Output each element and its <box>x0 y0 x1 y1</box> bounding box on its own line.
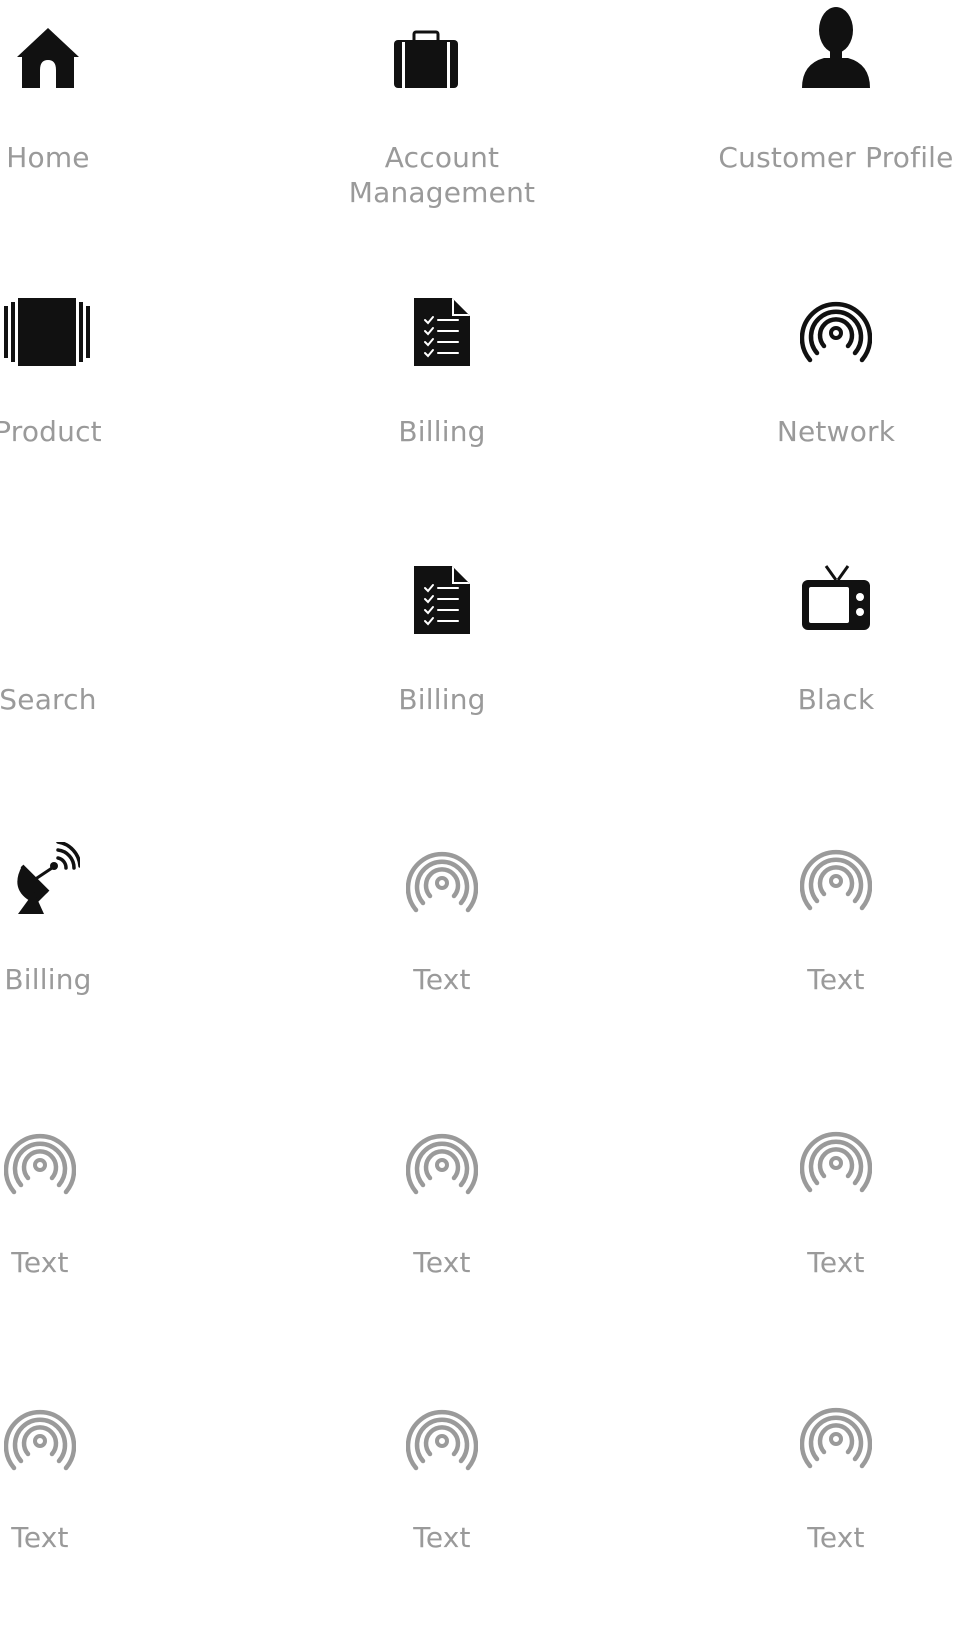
tile-label: Text <box>11 1521 69 1554</box>
document-checklist-icon <box>414 298 470 366</box>
tile-text[interactable]: Text <box>716 1126 956 1366</box>
tv-icon <box>802 565 870 630</box>
tile-home[interactable]: Home <box>0 0 168 240</box>
signal-icon <box>406 1409 478 1471</box>
tile-billing[interactable]: Billing <box>0 842 168 1082</box>
tile-black[interactable]: Black <box>716 560 956 800</box>
document-checklist-icon <box>414 566 470 634</box>
satellite-dish-icon <box>17 842 80 914</box>
tile-label: Customer Profile <box>718 141 954 174</box>
tile-product[interactable]: Product <box>0 282 168 522</box>
signal-icon <box>800 1407 872 1469</box>
tile-label: Account Management <box>348 141 536 209</box>
signal-icon <box>800 849 872 911</box>
home-icon <box>17 28 79 88</box>
tile-billing[interactable]: Billing <box>322 560 562 800</box>
tile-search[interactable]: Search <box>0 560 168 800</box>
tile-text[interactable]: Text <box>716 842 956 1082</box>
signal-icon <box>800 1131 872 1193</box>
tile-label: Search <box>0 683 97 716</box>
tile-text[interactable]: Text <box>322 1402 562 1642</box>
tile-label: Billing <box>4 963 92 996</box>
tile-label: Text <box>11 1246 69 1279</box>
tile-account-management[interactable]: Account Management <box>322 0 562 240</box>
tile-text[interactable]: Text <box>0 1126 160 1366</box>
signal-icon <box>4 1409 76 1471</box>
tile-label: Product <box>0 415 102 448</box>
tile-label: Home <box>6 141 90 174</box>
signal-icon <box>800 301 872 363</box>
tile-text[interactable]: Text <box>716 1402 956 1642</box>
tile-label: Network <box>776 415 896 448</box>
tile-label: Text <box>413 963 471 996</box>
user-icon <box>802 7 870 88</box>
tile-text[interactable]: Text <box>322 842 562 1082</box>
tile-label: Text <box>807 963 865 996</box>
tile-label: Text <box>807 1246 865 1279</box>
product-box-icon <box>4 298 90 366</box>
tile-text[interactable]: Text <box>322 1126 562 1366</box>
tile-text[interactable]: Text <box>0 1402 160 1642</box>
tile-label: Black <box>797 683 875 716</box>
icon-grid-page: { "tiles": [ {"label": "Home", "icon": "… <box>0 0 976 1628</box>
tile-customer-profile[interactable]: Customer Profile <box>716 0 956 240</box>
briefcase-icon <box>394 30 458 88</box>
tile-label: Billing <box>398 683 486 716</box>
signal-icon <box>406 1133 478 1195</box>
tile-label: Billing <box>398 415 486 448</box>
tile-label: Text <box>413 1246 471 1279</box>
tile-label: Text <box>413 1521 471 1554</box>
tile-billing[interactable]: Billing <box>322 282 562 522</box>
tile-label: Text <box>807 1521 865 1554</box>
tile-network[interactable]: Network <box>716 282 956 522</box>
signal-icon <box>4 1133 76 1195</box>
signal-icon <box>406 851 478 913</box>
